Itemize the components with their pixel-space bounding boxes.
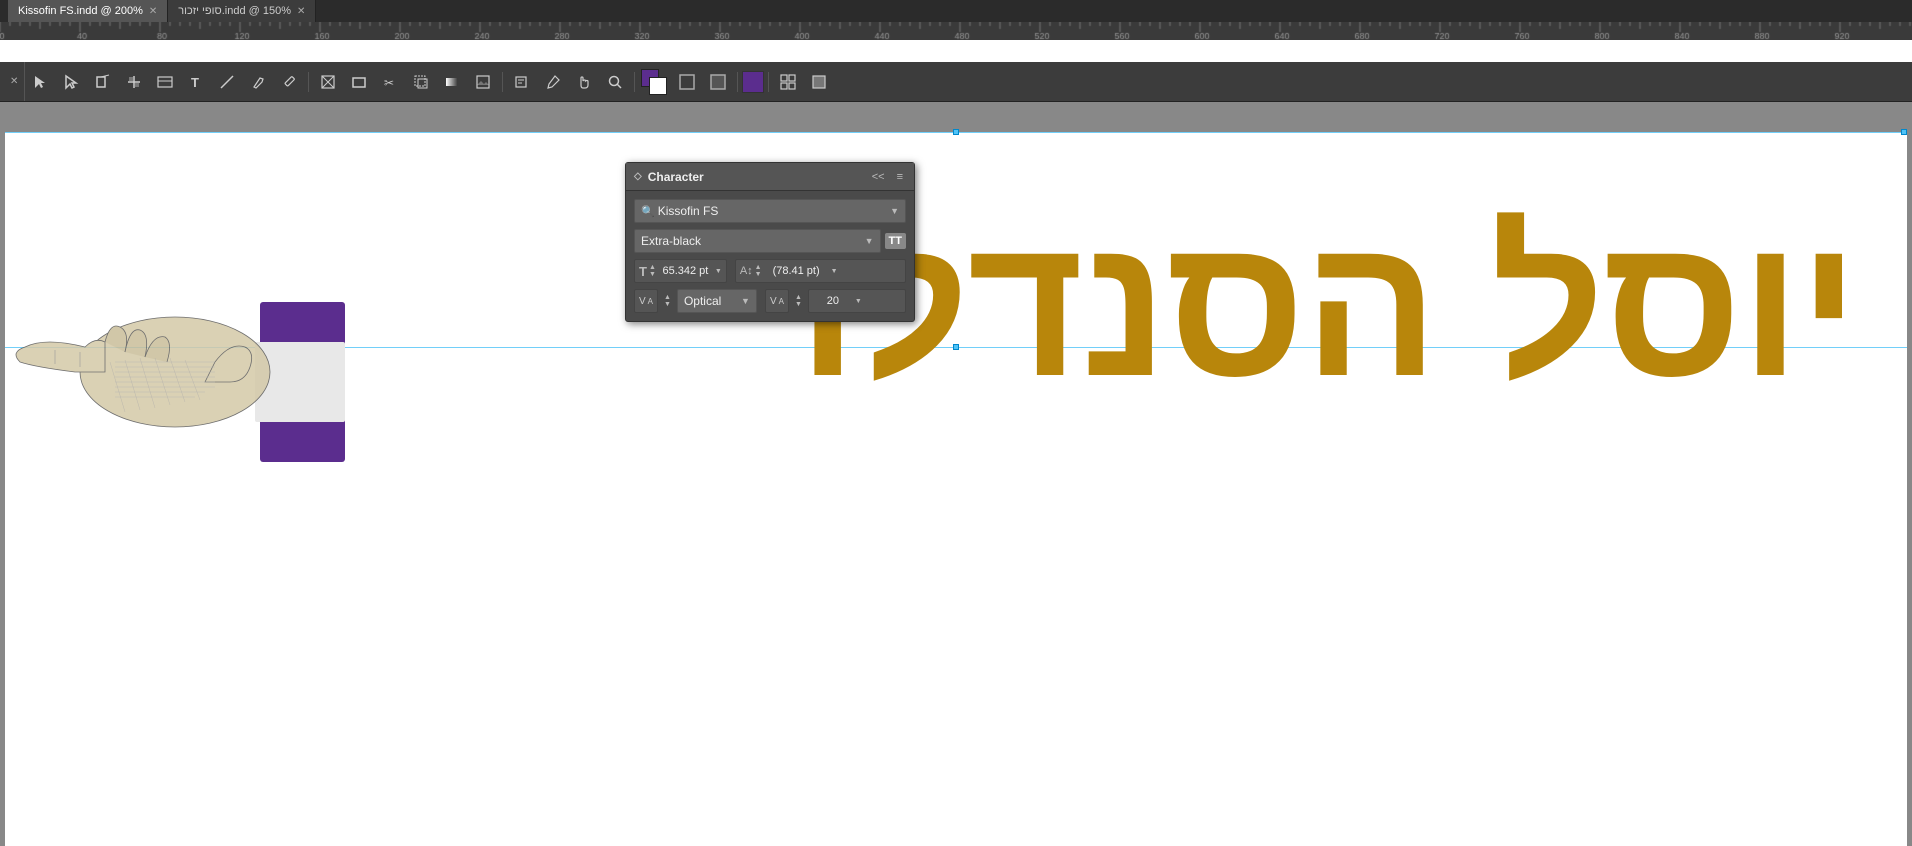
leading-dropdown-arrow[interactable]: ▼ [831,268,838,275]
handle-top-right [1901,129,1907,135]
tab-sofi-label: סופי יזכור.indd @ 150% [178,5,291,17]
kerning-row: V A ▲▼ Optical ▼ V A [634,289,906,313]
font-style-label: Extra-black [641,234,701,248]
tool-rectangle[interactable] [344,67,374,97]
tool-hand[interactable] [569,67,599,97]
toolbar-close[interactable]: ✕ [4,62,25,101]
kerning-method-dropdown[interactable]: Optical ▼ [677,289,757,313]
kerning-stepper[interactable]: ▲▼ [664,294,671,308]
separator-5 [768,72,769,92]
hand-illustration [15,242,345,462]
tt-button[interactable]: TT [885,233,906,249]
ruler [0,22,1912,40]
tool-type[interactable]: T [181,67,211,97]
tool-page[interactable] [88,67,118,97]
svg-text:✂: ✂ [384,76,394,90]
tab-sofi[interactable]: סופי יזכור.indd @ 150% ✕ [168,0,316,22]
tool-gradient[interactable] [437,67,467,97]
tab-kissofin[interactable]: Kissofin FS.indd @ 200% ✕ [8,0,168,22]
kerning-icon: V A [634,289,658,313]
tt-label: TT [889,235,902,247]
canvas-area: יוסל הסנדלר ◇ Character << ≡ 🔍 [0,102,1912,846]
leading-arrows[interactable]: ▲▼ [755,264,762,278]
tracking-value-input[interactable] [813,295,853,307]
tool-note[interactable] [507,67,537,97]
tool-pencil[interactable] [274,67,304,97]
font-size-input[interactable] [658,265,713,277]
character-panel-header[interactable]: ◇ Character << ≡ [626,163,914,191]
panel-collapse-btn[interactable]: << [869,170,888,184]
separator-1 [308,72,309,92]
tab-kissofin-label: Kissofin FS.indd @ 200% [18,5,143,17]
separator-4 [737,72,738,92]
ruler-canvas [0,22,1912,40]
title-bar: Kissofin FS.indd @ 200% ✕ סופי יזכור.ind… [0,0,1912,22]
tracking-va-subscript: A [779,297,784,306]
font-search-container[interactable]: 🔍 ▼ [634,199,906,223]
tool-selection[interactable] [26,67,56,97]
panel-title-label: Character [648,170,704,184]
kerning-va-label: V [639,296,646,307]
tool-scissors[interactable]: ✂ [375,67,405,97]
tool-free-transform[interactable] [406,67,436,97]
font-size-dropdown-arrow[interactable]: ▼ [715,268,722,275]
kerning-method-label: Optical [684,294,721,308]
style-dropdown-arrow: ▼ [865,236,874,246]
font-dropdown-arrow[interactable]: ▼ [890,206,899,216]
tool-eyedropper[interactable] [538,67,568,97]
font-style-dropdown[interactable]: Extra-black ▼ [634,229,881,253]
kerning-dropdown-arrow: ▼ [741,296,750,306]
tracking-va-label: V [770,296,777,307]
font-name-input[interactable] [658,204,890,218]
font-size-group: T ▲▼ ▼ [634,259,727,283]
style-row: Extra-black ▼ TT [634,229,906,253]
tool-zoom[interactable] [600,67,630,97]
svg-text:T: T [191,75,199,90]
tracking-stepper[interactable]: ▲▼ [795,294,802,308]
active-color-swatch[interactable] [742,71,764,93]
separator-3 [634,72,635,92]
character-panel: ◇ Character << ≡ 🔍 ▼ [625,162,915,322]
tool-gap[interactable] [119,67,149,97]
tool-direct-selection[interactable] [57,67,87,97]
hebrew-text: יוסל הסנדלר [335,207,1857,407]
tracking-value-group: ▼ [808,289,906,313]
tool-image-frame[interactable] [468,67,498,97]
character-panel-body: 🔍 ▼ Extra-black ▼ TT [626,191,914,321]
character-panel-title: ◇ Character [634,170,704,184]
tab-kissofin-close[interactable]: ✕ [149,6,157,17]
btn-full-screen[interactable] [804,67,834,97]
font-search-icon: 🔍 [641,205,655,218]
size-row: T ▲▼ ▼ A↕ ▲▼ [634,259,906,283]
btn-frame-mode[interactable] [703,67,733,97]
leading-group: A↕ ▲▼ ▼ [735,259,906,283]
tab-sofi-close[interactable]: ✕ [297,6,305,17]
page: יוסל הסנדלר [5,132,1907,846]
leading-icon: A↕ [740,265,753,277]
font-size-arrows[interactable]: ▲▼ [649,264,656,278]
tool-line[interactable] [212,67,242,97]
color-swatches[interactable] [641,69,667,95]
font-size-icon: T [639,264,647,279]
panel-diamond-icon: ◇ [634,171,642,182]
handle-top-center [953,129,959,135]
background-color[interactable] [649,77,667,95]
tool-content[interactable] [150,67,180,97]
panel-controls: << ≡ [869,170,906,184]
leading-input[interactable] [764,265,829,277]
tracking-value-dropdown[interactable]: ▼ [855,298,862,305]
hand-svg [15,242,345,462]
separator-2 [502,72,503,92]
toolbar: ✕ T [0,62,1912,102]
tool-frame-x[interactable] [313,67,343,97]
tracking-icon: V A [765,289,789,313]
btn-preview-mode[interactable] [672,67,702,97]
panel-menu-btn[interactable]: ≡ [894,170,906,184]
font-row: 🔍 ▼ [634,199,906,223]
btn-view-options[interactable] [773,67,803,97]
tool-pen[interactable] [243,67,273,97]
kerning-va-subscript: A [648,297,653,306]
